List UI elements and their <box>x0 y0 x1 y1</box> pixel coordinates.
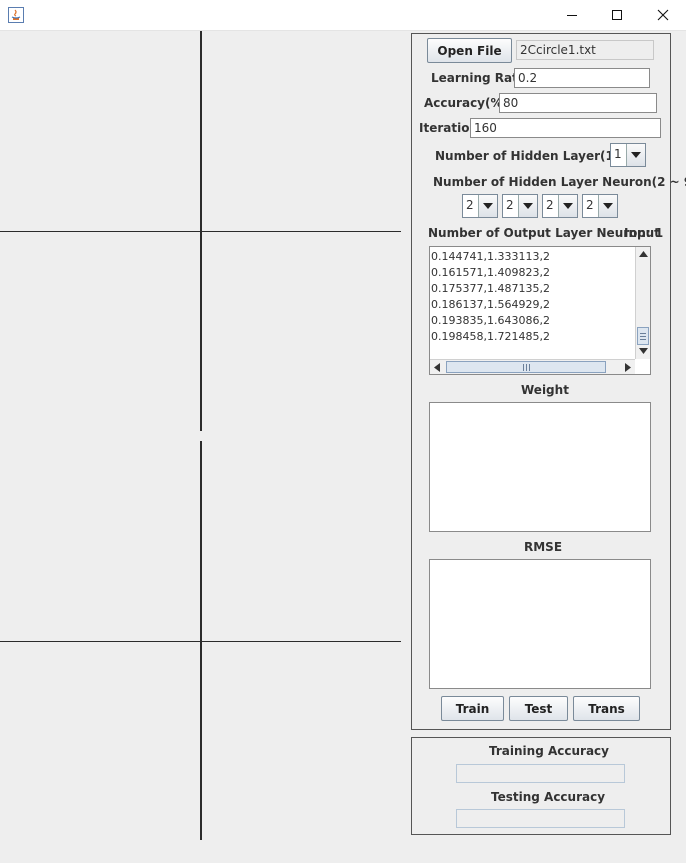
plot-canvas[interactable] <box>0 31 404 843</box>
list-item: 0.186137,1.564929,2 <box>431 298 550 311</box>
train-label: Train <box>455 701 490 716</box>
chevron-down-icon <box>626 144 645 166</box>
horizontal-scroll-thumb[interactable] <box>446 361 606 373</box>
hidden-neuron-select-2[interactable]: 2 <box>502 194 538 218</box>
title-bar <box>0 0 686 31</box>
trans-button[interactable]: Trans <box>573 696 640 721</box>
chevron-down-icon <box>478 195 497 217</box>
test-label: Test <box>524 701 553 716</box>
close-button[interactable] <box>640 0 686 30</box>
hidden-neuron-value-1: 2 <box>466 198 474 212</box>
close-icon <box>657 9 669 21</box>
accuracy-label: Accuracy(%) <box>424 96 508 110</box>
weight-area[interactable] <box>429 402 651 532</box>
trans-label: Trans <box>588 701 625 716</box>
hidden-neuron-select-3[interactable]: 2 <box>542 194 578 218</box>
hidden-neuron-value-2: 2 <box>506 198 514 212</box>
scroll-down-icon[interactable] <box>639 348 648 354</box>
accuracy-input[interactable]: 80 <box>499 93 657 113</box>
input-data-area[interactable]: 0.144741,1.333113,2 0.161571,1.409823,2 … <box>429 246 651 375</box>
hidden-neuron-value-4: 2 <box>586 198 594 212</box>
maximize-button[interactable] <box>594 0 640 30</box>
hidden-neuron-value-3: 2 <box>546 198 554 212</box>
vertical-scrollbar[interactable] <box>635 247 650 359</box>
plot-horizontal-line-bottom <box>0 641 401 642</box>
horizontal-scrollbar[interactable] <box>430 359 635 374</box>
hidden-neuron-select-4[interactable]: 2 <box>582 194 618 218</box>
vertical-scroll-thumb[interactable] <box>637 327 649 345</box>
java-app-icon <box>8 7 24 23</box>
input-label: Input <box>624 226 660 240</box>
rmse-label: RMSE <box>524 540 563 554</box>
scroll-up-icon[interactable] <box>639 251 648 257</box>
hidden-neuron-label: Number of Hidden Layer Neuron(2 ~ 9) <box>433 175 686 189</box>
list-item: 0.144741,1.333113,2 <box>431 250 550 263</box>
minimize-button[interactable] <box>549 0 595 30</box>
hidden-layer-count-value: 1 <box>614 147 622 161</box>
hidden-neuron-select-1[interactable]: 2 <box>462 194 498 218</box>
weight-label: Weight <box>521 383 569 397</box>
list-item: 0.198458,1.721485,2 <box>431 330 550 343</box>
open-file-button[interactable]: Open File <box>427 38 512 63</box>
chevron-down-icon <box>558 195 577 217</box>
scroll-right-icon[interactable] <box>625 363 631 372</box>
input-data-list: 0.144741,1.333113,2 0.161571,1.409823,2 … <box>431 249 635 345</box>
chevron-down-icon <box>598 195 617 217</box>
plot-horizontal-line-top <box>0 231 401 232</box>
scroll-left-icon[interactable] <box>434 363 440 372</box>
list-item: 0.161571,1.409823,2 <box>431 266 550 279</box>
training-accuracy-bar <box>456 764 625 783</box>
rmse-area[interactable] <box>429 559 651 689</box>
train-button[interactable]: Train <box>441 696 504 721</box>
testing-accuracy-bar <box>456 809 625 828</box>
maximize-icon <box>612 10 622 20</box>
minimize-icon <box>567 15 577 16</box>
learning-rate-input[interactable]: 0.2 <box>514 68 650 88</box>
open-file-label: Open File <box>437 43 502 58</box>
list-item: 0.175377,1.487135,2 <box>431 282 550 295</box>
file-name-field: 2Ccircle1.txt <box>516 40 654 60</box>
chevron-down-icon <box>518 195 537 217</box>
hidden-layer-count-select[interactable]: 1 <box>610 143 646 167</box>
iteration-input[interactable]: 160 <box>470 118 661 138</box>
training-accuracy-label: Training Accuracy <box>489 744 609 758</box>
testing-accuracy-label: Testing Accuracy <box>491 790 606 804</box>
learning-rate-label: Learning Rate <box>431 71 526 85</box>
list-item: 0.193835,1.643086,2 <box>431 314 550 327</box>
test-button[interactable]: Test <box>509 696 568 721</box>
